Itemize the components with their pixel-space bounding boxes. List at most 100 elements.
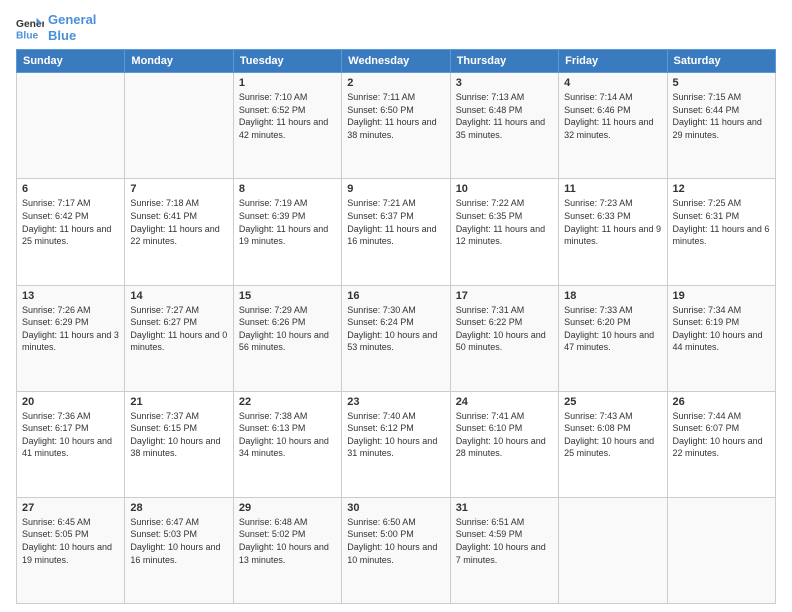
day-info: Sunrise: 7:14 AMSunset: 6:46 PMDaylight:… [564,91,661,141]
calendar-day-header: Friday [559,50,667,73]
calendar-week-row: 13Sunrise: 7:26 AMSunset: 6:29 PMDayligh… [17,285,776,391]
day-info: Sunrise: 7:19 AMSunset: 6:39 PMDaylight:… [239,197,336,247]
day-info: Sunrise: 7:11 AMSunset: 6:50 PMDaylight:… [347,91,444,141]
day-info: Sunrise: 7:13 AMSunset: 6:48 PMDaylight:… [456,91,553,141]
day-number: 1 [239,77,336,89]
page: General Blue GeneralBlue SundayMondayTue… [0,0,792,612]
calendar-day-header: Monday [125,50,233,73]
day-info: Sunrise: 7:37 AMSunset: 6:15 PMDaylight:… [130,410,227,460]
calendar-cell: 2 Sunrise: 7:11 AMSunset: 6:50 PMDaylight… [342,73,450,179]
day-number: 21 [130,396,227,408]
day-number: 24 [456,396,553,408]
day-info: Sunrise: 6:51 AMSunset: 4:59 PMDaylight:… [456,516,553,566]
day-info: Sunrise: 7:27 AMSunset: 6:27 PMDaylight:… [130,304,227,354]
day-number: 13 [22,290,119,302]
day-info: Sunrise: 7:30 AMSunset: 6:24 PMDaylight:… [347,304,444,354]
calendar-cell: 12 Sunrise: 7:25 AMSunset: 6:31 PMDayligh… [667,179,775,285]
calendar-cell: 4 Sunrise: 7:14 AMSunset: 6:46 PMDaylight… [559,73,667,179]
day-number: 26 [673,396,770,408]
calendar-day-header: Thursday [450,50,558,73]
calendar-cell: 22Sunrise: 7:38 AMSunset: 6:13 PMDayligh… [233,391,341,497]
calendar-week-row: 27 Sunrise: 6:45 AMSunset: 5:05 PMDayligh… [17,497,776,603]
calendar-cell: 28Sunrise: 6:47 AMSunset: 5:03 PMDayligh… [125,497,233,603]
calendar-cell: 19Sunrise: 7:34 AMSunset: 6:19 PMDayligh… [667,285,775,391]
calendar-cell: 1 Sunrise: 7:10 AMSunset: 6:52 PMDaylight… [233,73,341,179]
day-number: 4 [564,77,661,89]
day-number: 6 [22,183,119,195]
calendar-cell: 16 Sunrise: 7:30 AMSunset: 6:24 PMDayligh… [342,285,450,391]
day-info: Sunrise: 7:38 AMSunset: 6:13 PMDaylight:… [239,410,336,460]
day-info: Sunrise: 7:41 AMSunset: 6:10 PMDaylight:… [456,410,553,460]
calendar-week-row: 20 Sunrise: 7:36 AMSunset: 6:17 PMDayligh… [17,391,776,497]
calendar-cell: 24 Sunrise: 7:41 AMSunset: 6:10 PMDayligh… [450,391,558,497]
calendar-week-row: 1 Sunrise: 7:10 AMSunset: 6:52 PMDaylight… [17,73,776,179]
logo-icon: General Blue [16,14,44,42]
calendar-cell: 29Sunrise: 6:48 AMSunset: 5:02 PMDayligh… [233,497,341,603]
calendar-cell: 18Sunrise: 7:33 AMSunset: 6:20 PMDayligh… [559,285,667,391]
day-number: 16 [347,290,444,302]
calendar-cell [17,73,125,179]
calendar-cell [125,73,233,179]
day-info: Sunrise: 7:44 AMSunset: 6:07 PMDaylight:… [673,410,770,460]
day-number: 2 [347,77,444,89]
day-info: Sunrise: 7:40 AMSunset: 6:12 PMDaylight:… [347,410,444,460]
day-number: 23 [347,396,444,408]
day-number: 31 [456,502,553,514]
day-number: 12 [673,183,770,195]
calendar-cell: 26 Sunrise: 7:44 AMSunset: 6:07 PMDayligh… [667,391,775,497]
calendar-cell: 10 Sunrise: 7:22 AMSunset: 6:35 PMDayligh… [450,179,558,285]
day-info: Sunrise: 7:33 AMSunset: 6:20 PMDaylight:… [564,304,661,354]
calendar-cell: 9 Sunrise: 7:21 AMSunset: 6:37 PMDaylight… [342,179,450,285]
day-number: 5 [673,77,770,89]
logo: General Blue GeneralBlue [16,12,96,43]
day-info: Sunrise: 7:21 AMSunset: 6:37 PMDaylight:… [347,197,444,247]
day-info: Sunrise: 7:36 AMSunset: 6:17 PMDaylight:… [22,410,119,460]
calendar-cell: 30Sunrise: 6:50 AMSunset: 5:00 PMDayligh… [342,497,450,603]
calendar-day-header: Saturday [667,50,775,73]
calendar-cell: 14 Sunrise: 7:27 AMSunset: 6:27 PMDayligh… [125,285,233,391]
day-info: Sunrise: 6:50 AMSunset: 5:00 PMDaylight:… [347,516,444,566]
day-number: 10 [456,183,553,195]
calendar-cell: 3 Sunrise: 7:13 AMSunset: 6:48 PMDaylight… [450,73,558,179]
calendar-table: SundayMondayTuesdayWednesdayThursdayFrid… [16,49,776,604]
calendar-cell: 17Sunrise: 7:31 AMSunset: 6:22 PMDayligh… [450,285,558,391]
calendar-cell: 23 Sunrise: 7:40 AMSunset: 6:12 PMDayligh… [342,391,450,497]
calendar-day-header: Sunday [17,50,125,73]
day-number: 27 [22,502,119,514]
calendar-cell: 31 Sunrise: 6:51 AMSunset: 4:59 PMDayligh… [450,497,558,603]
day-info: Sunrise: 7:34 AMSunset: 6:19 PMDaylight:… [673,304,770,354]
calendar-cell [559,497,667,603]
day-info: Sunrise: 7:29 AMSunset: 6:26 PMDaylight:… [239,304,336,354]
calendar-cell: 8Sunrise: 7:19 AMSunset: 6:39 PMDaylight… [233,179,341,285]
calendar-cell: 5 Sunrise: 7:15 AMSunset: 6:44 PMDaylight… [667,73,775,179]
svg-text:Blue: Blue [16,30,39,41]
day-number: 14 [130,290,227,302]
logo-text: GeneralBlue [48,12,96,43]
day-info: Sunrise: 7:18 AMSunset: 6:41 PMDaylight:… [130,197,227,247]
day-number: 15 [239,290,336,302]
day-info: Sunrise: 7:17 AMSunset: 6:42 PMDaylight:… [22,197,119,247]
day-number: 11 [564,183,661,195]
header: General Blue GeneralBlue [16,12,776,43]
calendar-header-row: SundayMondayTuesdayWednesdayThursdayFrid… [17,50,776,73]
calendar-cell: 13Sunrise: 7:26 AMSunset: 6:29 PMDayligh… [17,285,125,391]
day-info: Sunrise: 7:15 AMSunset: 6:44 PMDaylight:… [673,91,770,141]
day-number: 9 [347,183,444,195]
calendar-cell: 11 Sunrise: 7:23 AMSunset: 6:33 PMDayligh… [559,179,667,285]
day-number: 3 [456,77,553,89]
calendar-cell: 6 Sunrise: 7:17 AMSunset: 6:42 PMDaylight… [17,179,125,285]
day-info: Sunrise: 7:25 AMSunset: 6:31 PMDaylight:… [673,197,770,247]
calendar-cell: 15 Sunrise: 7:29 AMSunset: 6:26 PMDayligh… [233,285,341,391]
day-number: 17 [456,290,553,302]
day-info: Sunrise: 6:45 AMSunset: 5:05 PMDaylight:… [22,516,119,566]
calendar-cell: 7 Sunrise: 7:18 AMSunset: 6:41 PMDaylight… [125,179,233,285]
day-info: Sunrise: 7:23 AMSunset: 6:33 PMDaylight:… [564,197,661,247]
day-number: 25 [564,396,661,408]
calendar-cell: 25Sunrise: 7:43 AMSunset: 6:08 PMDayligh… [559,391,667,497]
calendar-day-header: Tuesday [233,50,341,73]
day-info: Sunrise: 7:10 AMSunset: 6:52 PMDaylight:… [239,91,336,141]
calendar-day-header: Wednesday [342,50,450,73]
day-number: 20 [22,396,119,408]
day-number: 7 [130,183,227,195]
day-info: Sunrise: 7:22 AMSunset: 6:35 PMDaylight:… [456,197,553,247]
